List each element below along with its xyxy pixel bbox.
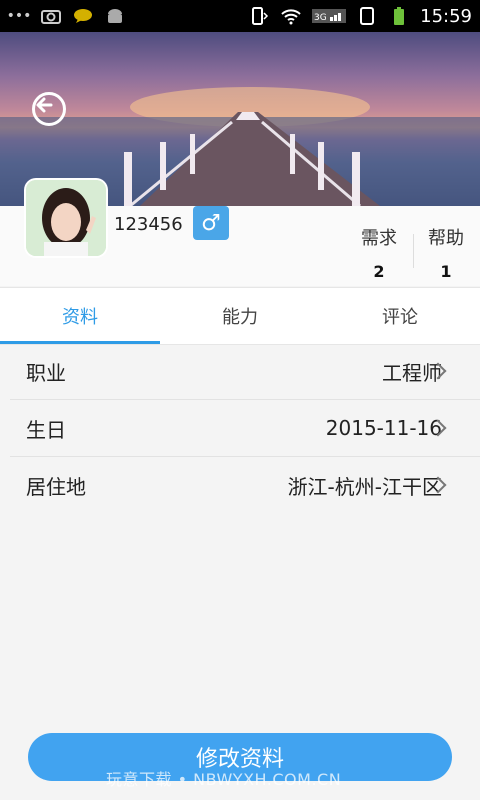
stat-help-value: 1 <box>440 262 452 281</box>
svg-text:3G: 3G <box>314 13 327 23</box>
battery-icon <box>388 7 410 25</box>
stat-needs-value: 2 <box>373 262 385 281</box>
detail-row-occupation[interactable]: 职业 工程师 <box>0 343 480 399</box>
stat-needs-label: 需求 <box>361 228 397 249</box>
occupation-label: 职业 <box>26 360 66 385</box>
tab-comments[interactable]: 评论 <box>320 288 480 344</box>
arrow-left-icon <box>36 97 53 113</box>
profile-header: 123456 ♂ 需求 2 帮助 1 <box>0 180 480 286</box>
username: 123456 <box>114 214 183 235</box>
birthday-value: 2015-11-16 <box>325 416 442 440</box>
status-bar: ••• 3G 15:59 <box>0 0 480 32</box>
tab-ability[interactable]: 能力 <box>160 288 320 344</box>
android-icon <box>104 7 126 25</box>
stat-help[interactable]: 帮助 1 <box>420 224 472 281</box>
back-button[interactable] <box>32 92 66 126</box>
male-icon: ♂ <box>193 206 229 240</box>
sim-icon <box>356 7 378 25</box>
stat-needs[interactable]: 需求 2 <box>352 224 406 281</box>
residence-label: 居住地 <box>26 474 86 499</box>
avatar[interactable] <box>26 180 106 256</box>
detail-row-birthday[interactable]: 生日 2015-11-16 <box>0 400 480 456</box>
vibrate-icon <box>248 7 270 25</box>
wifi-icon <box>280 7 302 25</box>
more-dots-icon: ••• <box>6 8 32 24</box>
signal-3g-icon: 3G <box>312 7 347 25</box>
stat-divider <box>413 234 414 268</box>
residence-value: 浙江-杭州-江干区 <box>287 474 442 499</box>
watermark: 玩意下载 • NBWYXH.COM.CN <box>106 770 342 789</box>
profile-tabs: 资料 能力 评论 <box>0 287 480 345</box>
message-icon <box>72 7 94 25</box>
camera-icon <box>40 7 62 25</box>
stat-help-label: 帮助 <box>428 228 464 249</box>
status-time: 15:59 <box>420 5 472 27</box>
detail-row-residence[interactable]: 居住地 浙江-杭州-江干区 <box>0 457 480 513</box>
tab-profile[interactable]: 资料 <box>0 288 160 344</box>
birthday-label: 生日 <box>26 417 66 442</box>
